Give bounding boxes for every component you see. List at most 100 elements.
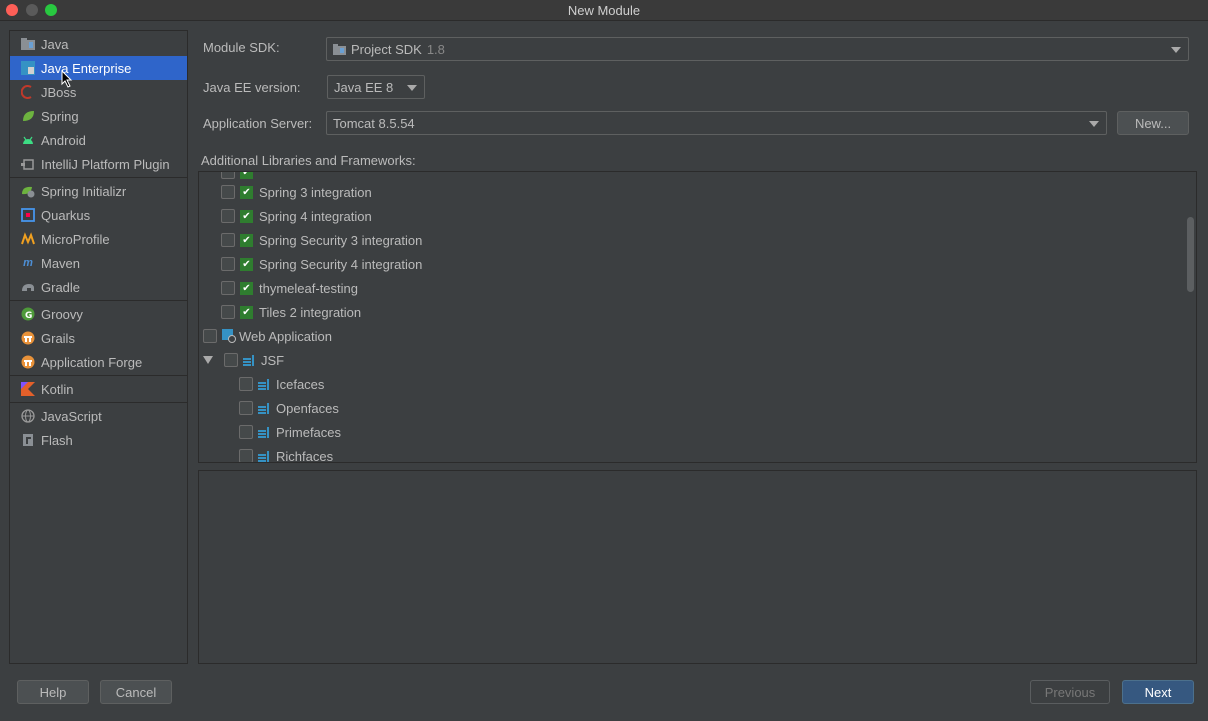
sidebar-item-label: Spring (41, 108, 79, 124)
checkbox[interactable] (239, 377, 253, 391)
sidebar-divider (10, 300, 187, 301)
checkbox[interactable] (239, 449, 253, 462)
sidebar-item-label: Quarkus (41, 207, 91, 223)
chevron-down-icon (1171, 47, 1181, 53)
sidebar-item-label: Gradle (41, 279, 81, 295)
tree-row-primefaces[interactable]: Primefaces (239, 420, 341, 444)
window-title: New Module (567, 3, 641, 18)
tree-row-icefaces[interactable]: Icefaces (239, 372, 324, 396)
tree-scrollbar[interactable] (1187, 217, 1194, 292)
sidebar-item-flash[interactable]: Flash (10, 428, 187, 452)
svg-text:G: G (25, 311, 32, 321)
jboss-icon (20, 84, 36, 100)
checkbox[interactable] (221, 233, 235, 247)
new-server-button[interactable]: New... (1117, 111, 1189, 135)
kotlin-icon (20, 381, 36, 397)
help-button[interactable]: Help (17, 680, 89, 704)
checkbox[interactable] (221, 305, 235, 319)
chevron-down-icon (407, 85, 417, 91)
tree-row-label: Spring 3 integration (259, 184, 372, 200)
module-sdk-value: Project SDK (351, 41, 422, 57)
jsf-icon (243, 353, 257, 367)
tree-row-spring4[interactable]: ✔ Spring 4 integration (221, 204, 372, 228)
next-button[interactable]: Next (1122, 680, 1194, 704)
sidebar-item-microprofile[interactable]: MicroProfile (10, 227, 187, 251)
folder-icon (20, 36, 36, 52)
microprofile-icon (20, 231, 36, 247)
sidebar-item-groovy[interactable]: G Groovy (10, 302, 187, 326)
tree-row-spring-security3[interactable]: ✔ Spring Security 3 integration (221, 228, 422, 252)
sidebar-item-quarkus[interactable]: Quarkus (10, 203, 187, 227)
checkbox (221, 172, 235, 179)
sidebar-item-spring-initializr[interactable]: Spring Initializr (10, 179, 187, 203)
tree-row-label: Icefaces (276, 376, 325, 392)
sidebar-item-intellij-platform-plugin[interactable]: IntelliJ Platform Plugin (10, 152, 187, 176)
module-sdk-version: 1.8 (426, 41, 445, 57)
jsf-icon (258, 425, 272, 439)
checkbox[interactable] (239, 425, 253, 439)
sidebar-item-maven[interactable]: m Maven (10, 251, 187, 275)
library-check-icon: ✔ (240, 185, 253, 199)
tree-row-label: thymeleaf-testing (259, 280, 358, 296)
application-server-value: Tomcat 8.5.54 (333, 115, 415, 131)
checkbox[interactable] (221, 209, 235, 223)
sidebar-divider (10, 177, 187, 178)
sidebar-item-jboss[interactable]: JBoss (10, 80, 187, 104)
sidebar-divider (10, 375, 187, 376)
checkbox[interactable] (221, 185, 235, 199)
cancel-button[interactable]: Cancel (100, 680, 172, 704)
module-sdk-combo[interactable]: Project SDK 1.8 (326, 37, 1189, 61)
sidebar-item-java-enterprise[interactable]: Java Enterprise (10, 56, 187, 80)
tree-row-thymeleaf-testing[interactable]: ✔ thymeleaf-testing (221, 276, 358, 300)
title-bar: New Module (0, 0, 1208, 21)
sidebar-item-javascript[interactable]: JavaScript (10, 404, 187, 428)
grails-icon (20, 330, 36, 346)
application-server-label: Application Server: (203, 116, 313, 131)
sidebar-item-gradle[interactable]: Gradle (10, 275, 187, 299)
javaee-version-combo[interactable]: Java EE 8 (327, 75, 425, 99)
sidebar-item-java[interactable]: Java (10, 32, 187, 56)
expand-triangle-icon[interactable] (203, 356, 213, 364)
library-check-icon: ✔ (240, 281, 253, 295)
checkbox[interactable] (221, 281, 235, 295)
forge-icon (20, 354, 36, 370)
checkbox[interactable] (203, 329, 217, 343)
tree-row-spring-security4[interactable]: ✔ Spring Security 4 integration (221, 252, 422, 276)
javaee-version-value: Java EE 8 (334, 79, 394, 95)
sidebar-item-label: IntelliJ Platform Plugin (41, 156, 170, 172)
tree-row-tiles2[interactable]: ✔ Tiles 2 integration (221, 300, 361, 324)
tree-row-openfaces[interactable]: Openfaces (239, 396, 339, 420)
sidebar-item-label: Android (41, 132, 86, 148)
sidebar-item-label: MicroProfile (41, 231, 110, 247)
sidebar-item-label: Java Enterprise (41, 60, 132, 76)
tree-row-web-application[interactable]: Web Application (203, 324, 332, 348)
application-server-combo[interactable]: Tomcat 8.5.54 (326, 111, 1107, 135)
sidebar-item-application-forge[interactable]: Application Forge (10, 350, 187, 374)
mouse-cursor-icon (61, 70, 73, 88)
sidebar-item-label: JavaScript (41, 408, 102, 424)
tree-row-richfaces[interactable]: Richfaces (239, 444, 333, 462)
folder-icon (333, 43, 346, 55)
sidebar-item-grails[interactable]: Grails (10, 326, 187, 350)
checkbox[interactable] (224, 353, 238, 367)
library-check-icon: ✔ (240, 209, 253, 223)
tree-row-jsf[interactable]: JSF (203, 348, 284, 372)
sidebar-item-label: Groovy (41, 306, 83, 322)
android-icon (20, 132, 36, 148)
library-check-icon: ✔ (240, 233, 253, 247)
tree-row-spring3[interactable]: ✔ Spring 3 integration (221, 180, 372, 204)
sidebar-item-android[interactable]: Android (10, 128, 187, 152)
tree-row-label: Openfaces (276, 400, 339, 416)
sidebar-item-spring[interactable]: Spring (10, 104, 187, 128)
spring-initializr-icon (20, 183, 36, 199)
checkbox[interactable] (239, 401, 253, 415)
checkbox[interactable] (221, 257, 235, 271)
chevron-down-icon (1089, 121, 1099, 127)
tree-row-label: Spring Security 3 integration (259, 232, 423, 248)
frameworks-tree[interactable]: ✔ ✔ Spring 3 integration ✔ Spring 4 inte… (198, 171, 1197, 463)
sidebar-item-kotlin[interactable]: Kotlin (10, 377, 187, 401)
tree-row-label: Web Application (239, 328, 332, 344)
tree-row-label: Tiles 2 integration (259, 304, 362, 320)
libraries-frameworks-label: Additional Libraries and Frameworks: (201, 153, 416, 168)
previous-button[interactable]: Previous (1030, 680, 1110, 704)
